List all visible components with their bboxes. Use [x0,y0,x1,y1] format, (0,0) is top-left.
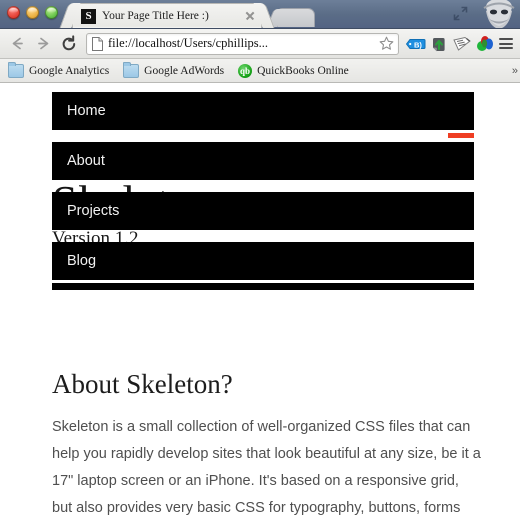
bookmark-label: QuickBooks Online [257,64,349,77]
bookmarks-bar: Google Analytics Google AdWords qb Quick… [0,59,520,83]
bookmark-manager-extension-icon[interactable]: B) [405,33,426,55]
page-viewport: Skeleton Version 1.2 Home About Projects… [0,83,520,526]
nav-label: Blog [67,253,97,269]
bookmark-item-google-adwords[interactable]: Google AdWords [123,61,225,78]
tab-title: Your Page Title Here :) [102,10,209,22]
nav-label: About [67,153,105,169]
nav-label: Home [67,103,106,119]
article-body-text: Skeleton is a small collection of well-o… [52,419,481,516]
bookmark-label: Google AdWords [144,64,225,77]
site-navigation: Home About Projects Blog [52,83,474,290]
page-document-icon [91,36,104,51]
article-body: Skeleton is a small collection of well-o… [52,414,482,526]
notes-extension-icon[interactable] [451,33,472,55]
nav-label: Projects [67,203,120,219]
browser-toolbar: file://localhost/Users/cphillips... B) [0,29,520,59]
title-bar: S Your Page Title Here :) [0,0,520,29]
chrome-menu-icon[interactable] [496,33,516,55]
nav-item-blog[interactable]: Blog [52,242,474,280]
nav-item-about[interactable]: About [52,142,474,180]
window-controls [7,6,58,19]
article-heading: About Skeleton? [52,369,233,399]
incognito-avatar-icon[interactable] [472,0,518,28]
folder-icon [123,61,140,78]
forward-button[interactable] [30,31,56,57]
nav-bottom-rule [52,283,474,290]
evernote-extension-icon[interactable] [428,33,449,55]
svg-text:B): B) [414,40,422,49]
quickbooks-icon: qb [238,63,253,78]
minimize-window-button[interactable] [26,6,39,19]
tab-favicon: S [81,8,96,24]
reload-button[interactable] [56,31,82,57]
bookmarks-overflow-icon[interactable]: » [512,65,518,77]
address-bar[interactable]: file://localhost/Users/cphillips... [86,32,399,55]
bookmark-item-google-analytics[interactable]: Google Analytics [8,61,110,78]
bookmark-item-quickbooks-online[interactable]: qb QuickBooks Online [238,63,349,78]
nav-active-accent-bar [448,133,474,138]
folder-icon [8,61,24,78]
article: About Skeleton? Skeleton is a small coll… [52,368,482,526]
colorzilla-extension-icon[interactable] [474,33,495,55]
back-button[interactable] [4,31,30,57]
nav-item-home[interactable]: Home [52,92,474,130]
url-text: file://localhost/Users/cphillips... [108,36,269,50]
bookmark-star-icon[interactable] [379,36,394,51]
new-tab-button[interactable] [277,8,315,27]
tab-close-icon[interactable] [243,9,257,23]
bookmark-label: Google Analytics [29,64,110,77]
browser-tab-active[interactable]: S Your Page Title Here :) [72,3,262,28]
nav-gap-accent [52,130,474,142]
nav-item-projects[interactable]: Projects [52,192,474,230]
close-window-button[interactable] [7,6,20,19]
browser-window: S Your Page Title Here :) file://localho… [0,0,520,527]
fullscreen-expand-icon[interactable] [453,6,468,21]
maximize-window-button[interactable] [45,6,58,19]
